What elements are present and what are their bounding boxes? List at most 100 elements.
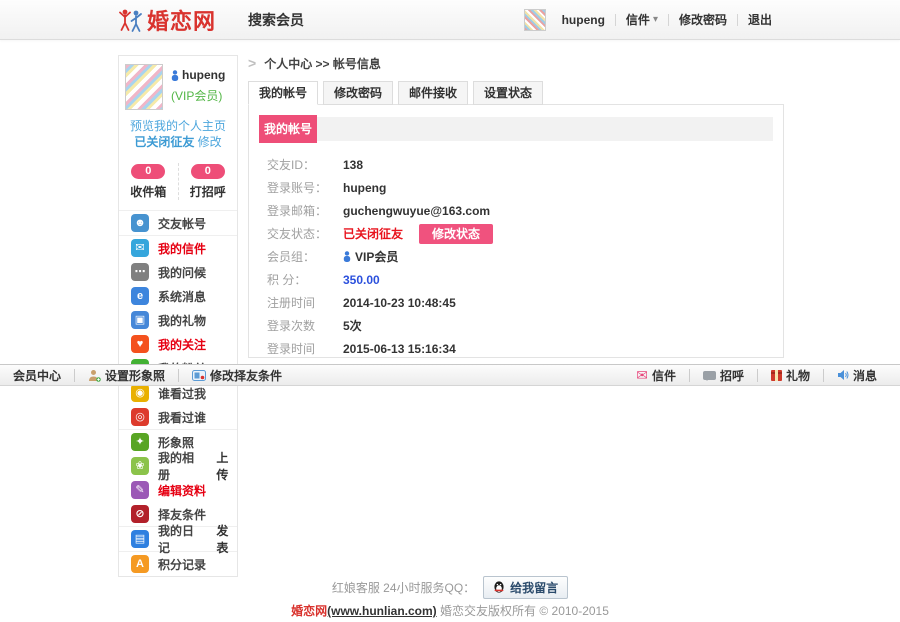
section-title: 我的帐号 [259,115,317,143]
sidebar-profile-card: hupeng (VIP会员) 预览我的个人主页 已关闭征友 修改 0 收件箱 0… [118,55,238,577]
speaker-icon [837,369,849,381]
sidebar-item-whom-i-viewed[interactable]: ◎ 我看过谁 [119,405,237,429]
sidebar-item-my-mail[interactable]: ✉ 我的信件 [119,235,237,260]
field-row-register-time: 注册时间 2014-10-23 10:48:45 [267,291,773,314]
portrait-photo-icon: ✦ [131,433,149,451]
inbox-count-badge: 0 [131,164,165,179]
page-footer: 红娘客服 24小时服务QQ： 给我留言 婚恋网(www.hunlian.com)… [0,576,900,619]
header-mail-menu[interactable]: 信件 ▾ [616,11,668,28]
field-row-friend-id: 交友ID： 138 [267,153,773,176]
whom-i-viewed-icon: ◎ [131,408,149,426]
field-row-member-group: 会员组： VIP会员 [267,245,773,268]
greet-counter[interactable]: 0 打招呼 [179,163,238,200]
inbox-label: 收件箱 [119,183,178,200]
site-logo[interactable]: 婚恋网 [118,4,216,36]
field-row-login-account: 登录账号： hupeng [267,176,773,199]
field-row-dating-status: 交友状态： 已关闭征友 修改状态 [267,222,773,245]
tab-mail-receive[interactable]: 邮件接收 [398,81,468,105]
chevron-right-icon: > [248,56,256,70]
chat-bubble-icon [703,371,716,380]
page: 婚恋网 搜索会员 hupeng 信件 ▾ 修改密码 退出 [0,0,900,622]
modify-status-link[interactable]: 修改 [198,135,222,149]
profile-username: hupeng [182,68,225,82]
footer-site-url[interactable]: (www.hunlian.com) [327,604,437,618]
tab-my-account[interactable]: 我的帐号 [248,81,318,105]
top-header: 婚恋网 搜索会员 hupeng 信件 ▾ 修改密码 退出 [0,0,900,40]
toolbar-set-portrait[interactable]: 设置形象照 [75,367,178,384]
points-record-icon: A [131,555,149,573]
sidebar-item-my-diary[interactable]: ▤ 我的日记 发表 [119,526,237,551]
header-logout[interactable]: 退出 [738,11,782,28]
user-photo-icon [88,369,101,382]
qq-penguin-icon [493,581,505,594]
greet-label: 打招呼 [179,183,238,200]
main-content: > 个人中心 >> 帐号信息 我的帐号 修改密码 邮件接收 设置状态 我的帐号 … [248,55,784,358]
sidebar-item-friend-account[interactable]: ☻ 交友帐号 [119,210,237,235]
header-username[interactable]: hupeng [552,13,615,27]
sidebar-item-my-album[interactable]: ❀ 我的相册 上传 [119,454,237,478]
member-group-value: VIP会员 [355,248,398,265]
diary-post-link[interactable]: 发表 [216,522,237,556]
nav-search-members[interactable]: 搜索会员 [248,10,304,30]
my-mail-icon: ✉ [131,239,149,257]
account-tabs: 我的帐号 修改密码 邮件接收 设置状态 [248,81,784,105]
system-message-icon: e [131,287,149,305]
sidebar-item-system-message[interactable]: e 系统消息 [119,284,237,308]
service-text: 红娘客服 24小时服务QQ： [332,579,475,596]
points-value: 350.00 [343,273,380,287]
criteria-icon [192,370,206,381]
header-mail-label: 信件 [626,11,650,28]
avatar[interactable] [125,64,163,110]
profile-counters: 0 收件箱 0 打招呼 [119,163,237,210]
profile-summary: hupeng (VIP会员) [119,56,237,110]
toolbar-gift[interactable]: 礼物 [758,367,823,384]
mail-icon: ✉ [636,369,648,381]
preview-homepage-link[interactable]: 预览我的个人主页 [130,119,226,133]
footer-site-name: 婚恋网 [291,604,327,618]
account-panel: 我的帐号 交友ID： 138 登录账号： hupeng 登录邮箱： guchen… [248,104,784,358]
chevron-down-icon: ▾ [653,14,658,25]
person-icon [343,251,351,262]
footer-copyright: 婚恋交友版权所有 © 2010-2015 [437,604,609,618]
edit-profile-icon: ✎ [131,481,149,499]
profile-name: hupeng [171,68,225,82]
modify-status-button[interactable]: 修改状态 [419,224,493,244]
my-diary-icon: ▤ [131,530,149,548]
quick-toolbar: 会员中心 设置形象照 修改择友条件 ✉ 信件 [0,364,900,386]
header-change-password[interactable]: 修改密码 [669,11,737,28]
toolbar-right-group: ✉ 信件 招呼 礼物 消息 [623,367,890,384]
album-upload-link[interactable]: 上传 [216,449,237,483]
tab-set-status[interactable]: 设置状态 [473,81,543,105]
header-avatar[interactable] [524,9,546,31]
field-row-login-count: 登录次数 5次 [267,314,773,337]
toolbar-greet[interactable]: 招呼 [690,367,757,384]
sidebar-menu: ☻ 交友帐号 ✉ 我的信件 ⋯ 我的问候 e 系统消息 ▣ 我的礼物 ♥ 我的关… [119,210,237,576]
my-greetings-icon: ⋯ [131,263,149,281]
partner-criteria-icon: ⊘ [131,505,149,523]
dating-status-text: 已关闭征友 [134,135,194,149]
my-gifts-icon: ▣ [131,311,149,329]
sidebar-item-my-follows[interactable]: ♥ 我的关注 [119,332,237,356]
breadcrumb-text: 个人中心 >> 帐号信息 [264,55,381,72]
dating-status-value: 已关闭征友 [343,225,403,242]
profile-links: 预览我的个人主页 已关闭征友 修改 [119,118,237,150]
toolbar-member-center[interactable]: 会员中心 [0,367,74,384]
inbox-counter[interactable]: 0 收件箱 [119,163,179,200]
section-bar: 我的帐号 [259,117,773,141]
my-album-icon: ❀ [131,457,149,475]
header-user-menu: hupeng 信件 ▾ 修改密码 退出 [524,9,782,31]
breadcrumb: > 个人中心 >> 帐号信息 [248,55,784,71]
person-icon [171,70,179,81]
vip-badge: (VIP会员) [171,87,225,104]
friend-account-icon: ☻ [131,214,149,232]
account-fields: 交友ID： 138 登录账号： hupeng 登录邮箱： guchengwuyu… [259,153,773,360]
my-follows-icon: ♥ [131,335,149,353]
toolbar-modify-criteria[interactable]: 修改择友条件 [179,367,295,384]
qq-message-button[interactable]: 给我留言 [483,576,568,599]
sidebar-item-my-gifts[interactable]: ▣ 我的礼物 [119,308,237,332]
toolbar-mail[interactable]: ✉ 信件 [623,367,689,384]
gift-icon [771,370,782,381]
sidebar-item-my-greetings[interactable]: ⋯ 我的问候 [119,260,237,284]
toolbar-message[interactable]: 消息 [824,367,890,384]
tab-change-password[interactable]: 修改密码 [323,81,393,105]
